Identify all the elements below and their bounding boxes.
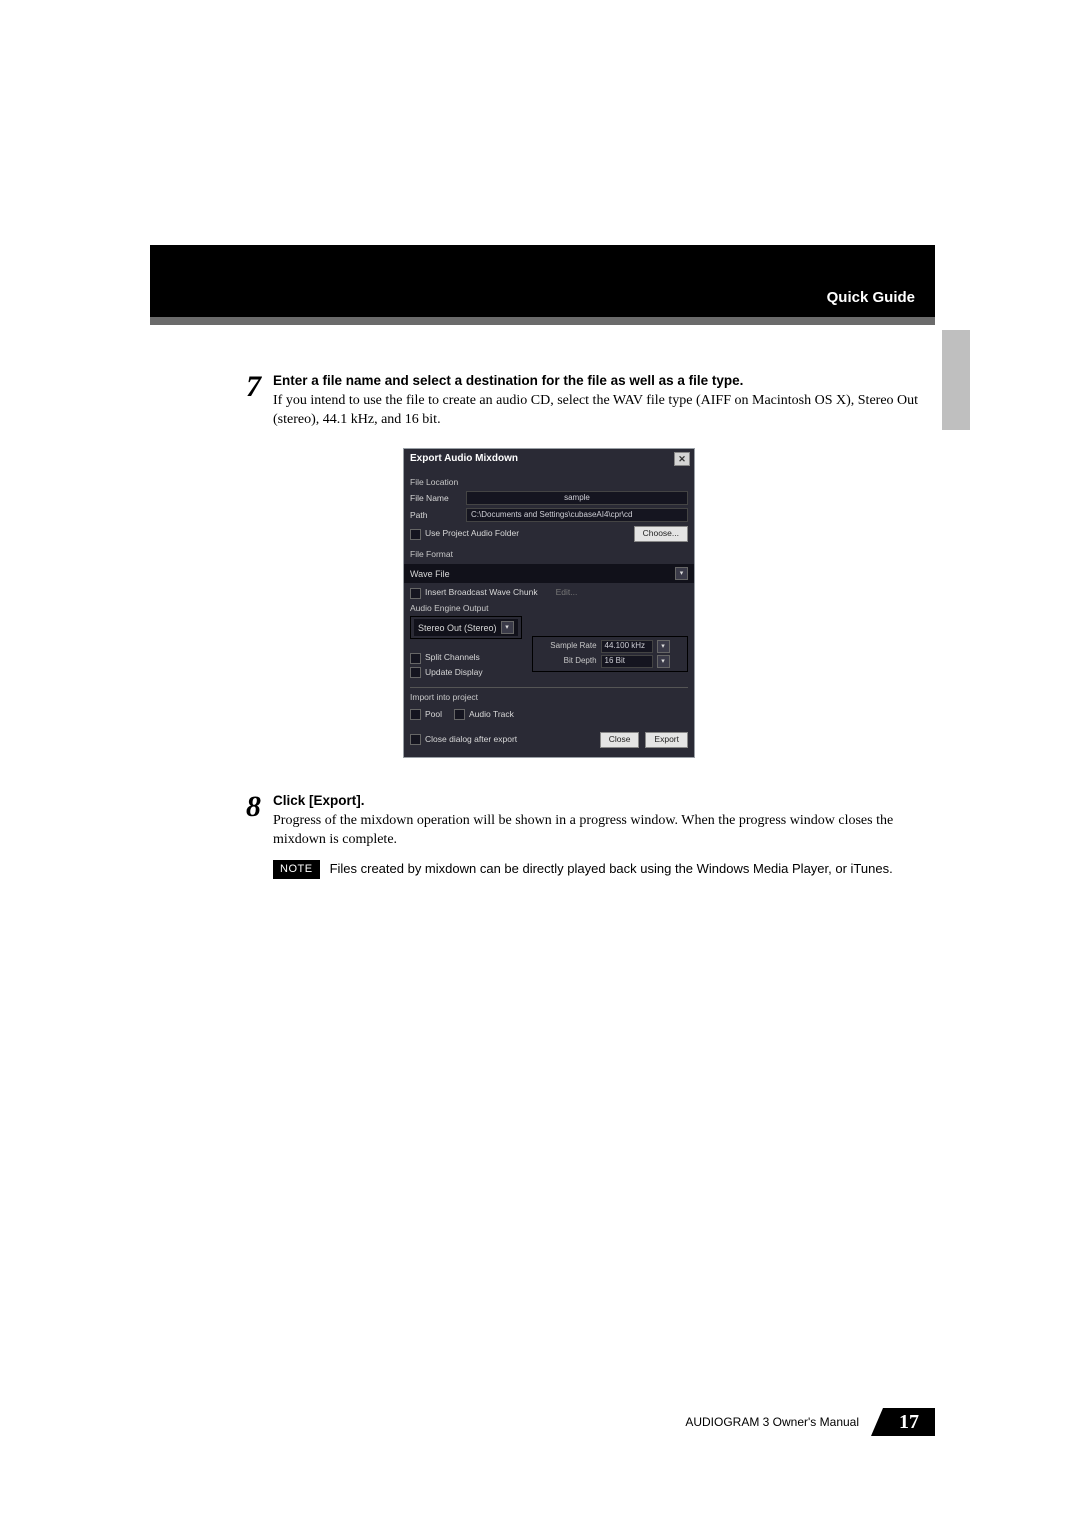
step-number: 8 <box>235 792 261 879</box>
page-number-badge: 17 <box>871 1408 935 1436</box>
file-name-label: File Name <box>410 493 460 504</box>
side-tab <box>942 330 970 430</box>
sample-rate-dropdown[interactable]: 44.100 kHz <box>601 640 653 653</box>
file-format-value: Wave File <box>410 568 450 580</box>
file-location-label: File Location <box>410 477 688 488</box>
audio-track-label: Audio Track <box>469 709 514 720</box>
file-format-dropdown[interactable]: Wave File ▾ <box>404 564 694 583</box>
step-title: Enter a file name and select a destinati… <box>273 372 935 390</box>
step-title: Click [Export]. <box>273 792 935 810</box>
use-project-folder-checkbox[interactable]: Use Project Audio Folder <box>410 528 519 539</box>
checkbox-icon <box>410 667 421 678</box>
dialog-footer: Close dialog after export Close Export <box>410 731 688 748</box>
output-value: Stereo Out (Stereo) <box>418 622 497 634</box>
sample-rate-label: Sample Rate <box>537 641 597 652</box>
step-body: Enter a file name and select a destinati… <box>273 372 935 780</box>
choose-button[interactable]: Choose... <box>634 526 688 541</box>
chevron-down-icon: ▾ <box>501 621 514 634</box>
close-icon[interactable]: ✕ <box>674 452 690 466</box>
footer-text: AUDIOGRAM 3 Owner's Manual <box>685 1415 859 1429</box>
chevron-down-icon: ▾ <box>657 640 670 653</box>
pool-checkbox[interactable]: Pool <box>410 709 442 720</box>
split-channels-checkbox[interactable]: Split Channels <box>410 652 522 663</box>
header-band: Quick Guide <box>150 245 935 317</box>
note: NOTE Files created by mixdown can be dir… <box>273 860 935 879</box>
checkbox-icon <box>410 529 421 540</box>
file-format-label: File Format <box>410 549 688 560</box>
step-number: 7 <box>235 372 261 780</box>
update-display-checkbox[interactable]: Update Display <box>410 667 522 678</box>
header-rule <box>150 317 935 325</box>
step-description: Progress of the mixdown operation will b… <box>273 812 935 850</box>
checkbox-icon <box>454 709 465 720</box>
bit-depth-row: Bit Depth 16 Bit ▾ <box>537 655 683 668</box>
step-description: If you intend to use the file to create … <box>273 392 935 430</box>
checkbox-icon <box>410 653 421 664</box>
bit-depth-dropdown[interactable]: 16 Bit <box>601 655 653 668</box>
update-display-label: Update Display <box>425 667 483 678</box>
insert-bwave-checkbox[interactable]: Insert Broadcast Wave Chunk Edit... <box>410 587 688 598</box>
edit-button[interactable]: Edit... <box>556 587 578 598</box>
path-field[interactable]: C:\Documents and Settings\cubaseAI4\cpr\… <box>466 508 688 522</box>
import-into-project-section: Import into project Pool Audio Track <box>410 687 688 723</box>
chevron-down-icon: ▾ <box>657 655 670 668</box>
page-content: 7 Enter a file name and select a destina… <box>235 360 935 879</box>
checkbox-icon <box>410 588 421 599</box>
dialog-title: Export Audio Mixdown <box>410 452 518 466</box>
bit-depth-label: Bit Depth <box>537 656 597 667</box>
path-label: Path <box>410 510 460 521</box>
chevron-down-icon: ▾ <box>675 567 688 580</box>
sample-rate-row: Sample Rate 44.100 kHz ▾ <box>537 640 683 653</box>
path-row: Path C:\Documents and Settings\cubaseAI4… <box>410 508 688 522</box>
note-badge: NOTE <box>273 860 320 879</box>
checkbox-icon <box>410 734 421 745</box>
use-project-folder-label: Use Project Audio Folder <box>425 528 519 539</box>
dialog-body: File Location File Name sample Path C:\D… <box>404 469 694 757</box>
step-body: Click [Export]. Progress of the mixdown … <box>273 792 935 879</box>
page-footer: AUDIOGRAM 3 Owner's Manual 17 <box>150 1408 935 1436</box>
audio-engine-output-label: Audio Engine Output <box>410 603 688 614</box>
import-into-project-label: Import into project <box>410 692 688 703</box>
step-8: 8 Click [Export]. Progress of the mixdow… <box>235 792 935 879</box>
use-folder-row: Use Project Audio Folder Choose... <box>410 525 688 542</box>
audio-track-checkbox[interactable]: Audio Track <box>454 709 514 720</box>
close-after-export-label: Close dialog after export <box>425 734 517 745</box>
export-button[interactable]: Export <box>645 732 688 747</box>
stereo-out-highlight: Stereo Out (Stereo) ▾ <box>410 616 522 639</box>
sample-settings-highlight: Sample Rate 44.100 kHz ▾ Bit Depth 16 Bi… <box>532 636 688 672</box>
header-title: Quick Guide <box>827 289 915 306</box>
file-name-row: File Name sample <box>410 491 688 505</box>
export-audio-mixdown-dialog: Export Audio Mixdown ✕ File Location Fil… <box>403 448 695 758</box>
close-after-export-checkbox[interactable]: Close dialog after export <box>410 734 517 745</box>
file-name-field[interactable]: sample <box>466 491 688 505</box>
dialog-titlebar: Export Audio Mixdown ✕ <box>404 449 694 469</box>
step-7: 7 Enter a file name and select a destina… <box>235 372 935 780</box>
note-text: Files created by mixdown can be directly… <box>330 860 935 878</box>
pool-label: Pool <box>425 709 442 720</box>
output-dropdown[interactable]: Stereo Out (Stereo) ▾ <box>414 619 518 636</box>
close-button[interactable]: Close <box>600 732 640 747</box>
checkbox-icon <box>410 709 421 720</box>
insert-bwave-label: Insert Broadcast Wave Chunk <box>425 587 538 598</box>
page-number: 17 <box>871 1408 941 1436</box>
split-channels-label: Split Channels <box>425 652 480 663</box>
